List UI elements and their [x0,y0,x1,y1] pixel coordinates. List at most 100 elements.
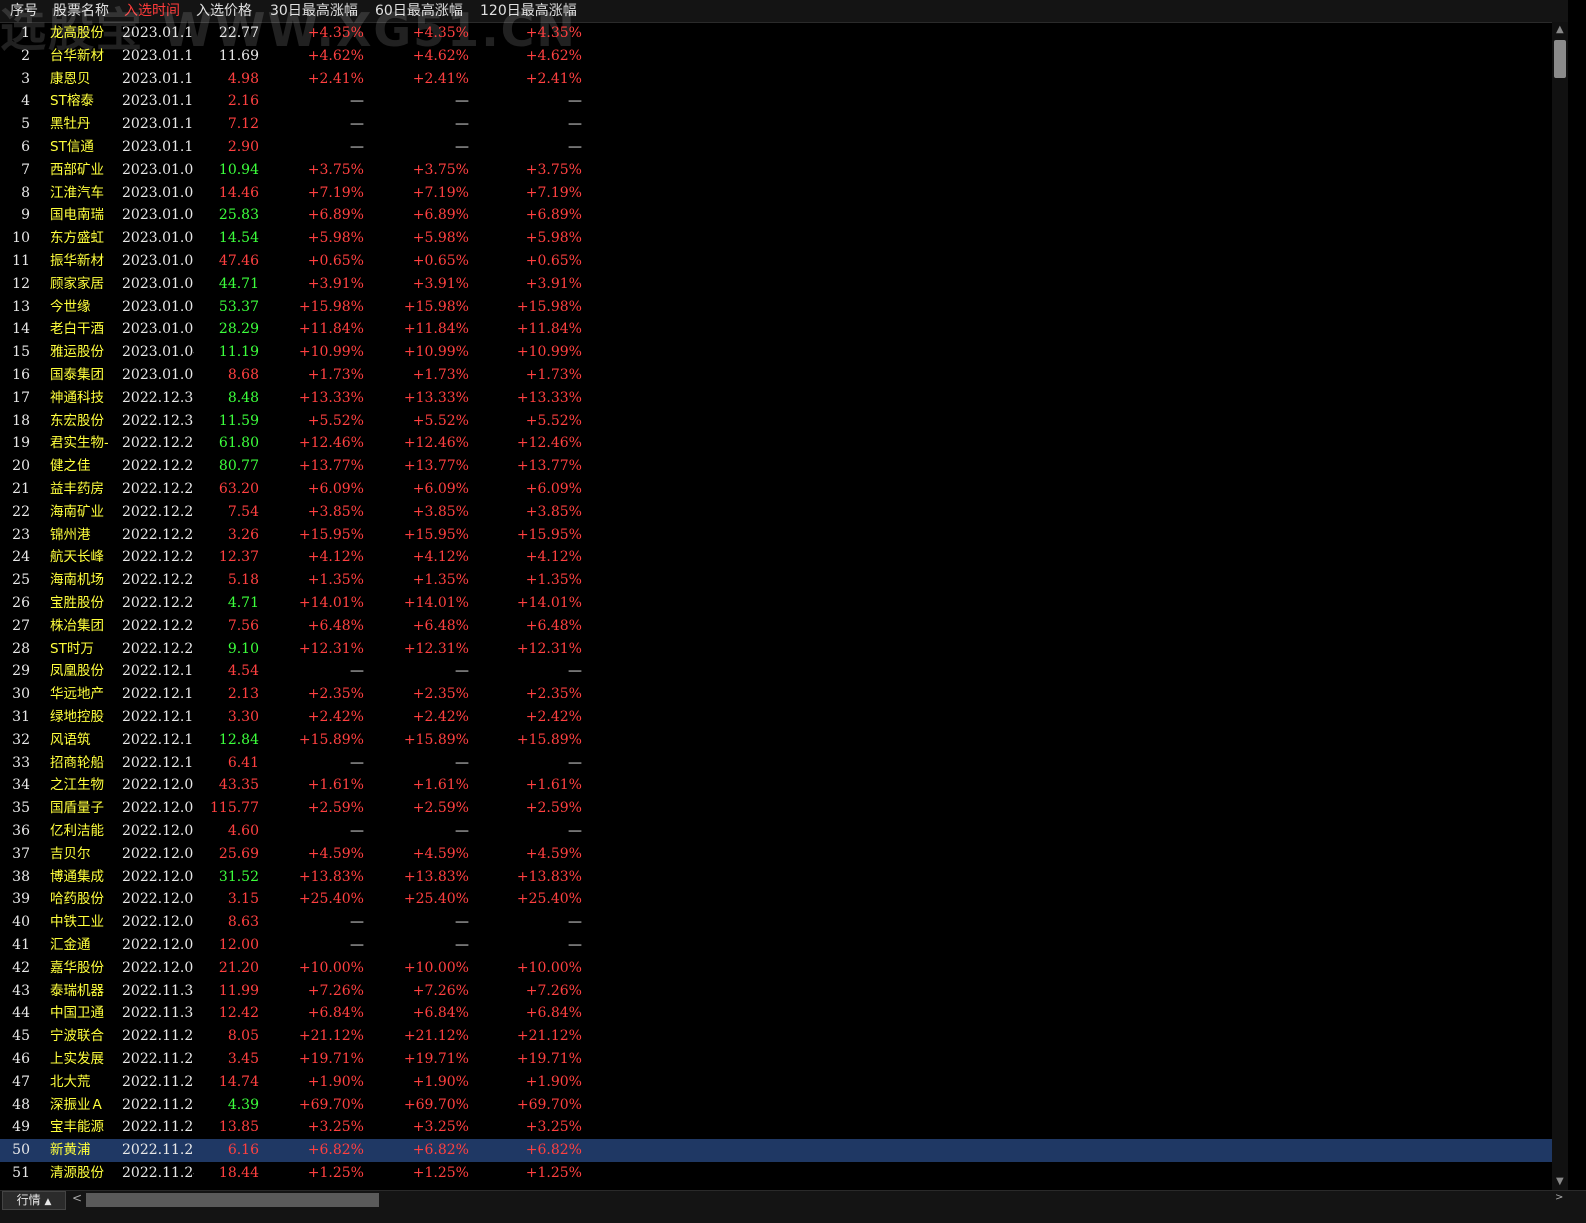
table-row[interactable]: 13 今世缘 2023.01.05 53.37 +15.98% +15.98% +15.98… [0,296,1568,319]
stock-name: 风语筑 [50,731,91,748]
table-row[interactable]: 49 宝丰能源 2022.11.25 13.85 +3.25% +3.25% +3.25% [0,1116,1568,1139]
table-row[interactable]: 10 东方盛虹 2023.01.06 14.54 +5.98% +5.98% +5.98% [0,227,1568,250]
table-row[interactable]: 47 北大荒 2022.11.28 14.74 +1.90% +1.90% +1.90% [0,1071,1568,1094]
table-row[interactable]: 31 绿地控股 2022.12.16 3.30 +2.42% +2.42% +2.42% [0,706,1568,729]
table-row[interactable]: 21 益丰药房 2022.12.29 63.20 +6.09% +6.09% +6.09% [0,478,1568,501]
row-index: 39 [12,891,30,908]
table-row[interactable]: 23 锦州港 2022.12.28 3.26 +15.95% +15.95% +15.95% [0,524,1568,547]
table-row[interactable]: 12 顾家家居 2023.01.06 44.71 +3.91% +3.91% +3.91% [0,273,1568,296]
gain-30d: +12.46% [298,435,364,452]
table-row[interactable]: 33 招商轮船 2022.12.13 6.41 — — — [0,752,1568,775]
scroll-down-icon[interactable]: ▼ [1556,1176,1564,1187]
select-date: 2022.11.25 [122,1096,194,1113]
table-row[interactable]: 14 老白干酒 2023.01.05 28.29 +11.84% +11.84% +11.8… [0,318,1568,341]
table-row[interactable]: 50 新黄浦 2022.11.25 6.16 +6.82% +6.82% +6.82% [0,1139,1568,1163]
table-row[interactable]: 2 台华新材 2023.01.17 11.69 +4.62% +4.62% +4.62% [0,45,1568,68]
gain-30d: +7.26% [307,982,364,999]
table-row[interactable]: 29 凤凰股份 2022.12.19 4.54 — — — [0,660,1568,683]
table-row[interactable]: 41 汇金通 2022.12.02 12.00 — — — [0,934,1568,957]
vertical-scrollbar[interactable] [1552,22,1568,1190]
gain-30d: +10.99% [298,344,364,361]
table-row[interactable]: 44 中国卫通 2022.11.30 12.42 +6.84% +6.84% +6.84% [0,1002,1568,1025]
table-row[interactable]: 27 株冶集团 2022.12.22 7.56 +6.48% +6.48% +6.48% [0,615,1568,638]
stock-name: 雅运股份 [50,344,104,361]
select-date: 2022.12.16 [122,686,194,703]
select-price: 4.98 [227,70,259,87]
table-row[interactable]: 48 深振业Ａ 2022.11.25 4.39 +69.70% +69.70% +69.70… [0,1094,1568,1117]
row-index: 2 [21,47,30,64]
table-row[interactable]: 42 嘉华股份 2022.12.01 21.20 +10.00% +10.00% +10.0… [0,957,1568,980]
gain-30d: +15.95% [298,526,364,543]
scroll-up-icon[interactable]: ▲ [1556,24,1564,35]
gain-60d: +6.89% [412,207,469,224]
table-row[interactable]: 26 宝胜股份 2022.12.22 4.71 +14.01% +14.01% +14.01… [0,592,1568,615]
table-row[interactable]: 11 振华新材 2023.01.06 47.46 +0.65% +0.65% +0.65% [0,250,1568,273]
gain-30d: +5.98% [307,230,364,247]
table-row[interactable]: 51 清源股份 2022.11.24 18.44 +1.25% +1.25% +1.25% [0,1162,1568,1185]
table-row[interactable]: 34 之江生物 2022.12.09 43.35 +1.61% +1.61% +1.61% [0,774,1568,797]
table-row[interactable]: 17 神通科技 2022.12.30 8.48 +13.33% +13.33% +13.33… [0,387,1568,410]
select-price: 80.77 [218,458,259,475]
horizontal-scroll-thumb[interactable] [86,1193,379,1207]
select-price: 3.15 [227,891,259,908]
stock-name: 西部矿业 [50,161,104,178]
tab-market-label: 行情 [16,1193,41,1207]
gain-60d: — [455,116,469,133]
table-row[interactable]: 39 哈药股份 2022.12.05 3.15 +25.40% +25.40% +25.40… [0,888,1568,911]
scroll-left-icon[interactable]: < [72,1191,82,1205]
table-row[interactable]: 7 西部矿业 2023.01.09 10.94 +3.75% +3.75% +3.75% [0,159,1568,182]
table-row[interactable]: 32 风语筑 2022.12.15 12.84 +15.89% +15.89% +15.89… [0,729,1568,752]
table-row[interactable]: 6 ST信通 2023.01.11 2.90 — — — [0,136,1568,159]
table-row[interactable]: 36 亿利洁能 2022.12.09 4.60 — — — [0,820,1568,843]
select-price: 63.20 [218,481,259,497]
select-date: 2023.01.17 [122,47,194,64]
table-row[interactable]: 22 海南矿业 2022.12.28 7.54 +3.85% +3.85% +3.85% [0,501,1568,524]
select-price: 4.54 [227,663,259,680]
table-row[interactable]: 38 博通集成 2022.12.06 31.52 +13.83% +13.83% +13.8… [0,866,1568,889]
table-row[interactable]: 37 吉贝尔 2022.12.07 25.69 +4.59% +4.59% +4.59% [0,843,1568,866]
gain-30d: — [350,116,364,133]
table-row[interactable]: 30 华远地产 2022.12.16 2.13 +2.35% +2.35% +2.35% [0,683,1568,706]
row-index: 44 [12,1005,30,1022]
table-row[interactable]: 1 龙高股份 2023.01.17 22.77 +4.35% +4.35% +4.35% [0,22,1568,45]
row-index: 20 [12,458,30,475]
scroll-right-icon[interactable]: > [1555,1192,1563,1203]
table-row[interactable]: 15 雅运股份 2023.01.04 11.19 +10.99% +10.99% +10.9… [0,341,1568,364]
table-row[interactable]: 43 泰瑞机器 2022.11.30 11.99 +7.26% +7.26% +7.26% [0,980,1568,1003]
table-row[interactable]: 9 国电南瑞 2023.01.09 25.83 +6.89% +6.89% +6.89% [0,204,1568,227]
table-row[interactable]: 5 黑牡丹 2023.01.13 7.12 — — — [0,113,1568,136]
select-date: 2022.11.30 [122,1005,194,1022]
table-row[interactable]: 19 君实生物-U 2022.12.29 61.80 +12.46% +12.46% +12… [0,432,1568,455]
table-row[interactable]: 16 国泰集团 2023.01.03 8.68 +1.73% +1.73% +1.73% [0,364,1568,387]
select-date: 2022.12.02 [122,937,194,953]
table-row[interactable]: 40 中铁工业 2022.12.05 8.63 — — — [0,911,1568,934]
gain-60d: +6.82% [412,1142,469,1159]
table-row[interactable]: 20 健之佳 2022.12.29 80.77 +13.77% +13.77% +13.77… [0,455,1568,478]
tab-market[interactable]: 行情 ▲ [2,1191,66,1210]
stock-name: 之江生物 [50,777,104,794]
table-row[interactable]: 35 国盾量子 2022.12.09 115.77 +2.59% +2.59% +2.59% [0,797,1568,820]
select-date: 2022.12.15 [122,731,194,748]
table-row[interactable]: 4 ST榕泰 2023.01.13 2.16 — — — [0,90,1568,113]
table-row[interactable]: 3 康恩贝 2023.01.16 4.98 +2.41% +2.41% +2.41% [0,68,1568,91]
row-index: 27 [12,617,30,634]
table-row[interactable]: 45 宁波联合 2022.11.29 8.05 +21.12% +21.12% +21.12… [0,1025,1568,1048]
gain-30d: +13.33% [298,389,364,406]
row-index: 28 [12,640,30,657]
table-row[interactable]: 25 海南机场 2022.12.26 5.18 +1.35% +1.35% +1.35% [0,569,1568,592]
table-row[interactable]: 46 上实发展 2022.11.28 3.45 +19.71% +19.71% +19.71… [0,1048,1568,1071]
row-index: 31 [12,709,30,725]
row-index: 26 [12,595,30,611]
table-row[interactable]: 8 江淮汽车 2023.01.09 14.46 +7.19% +7.19% +7.19% [0,182,1568,205]
select-price: 12.84 [218,731,259,748]
select-date: 2022.12.28 [122,503,194,520]
gain-120d: +7.26% [525,982,582,999]
stock-name: 上实发展 [50,1051,104,1067]
gain-30d: +69.70% [298,1096,364,1113]
vertical-scroll-thumb[interactable] [1554,40,1566,78]
row-index: 42 [12,959,30,976]
table-row[interactable]: 24 航天长峰 2022.12.26 12.37 +4.12% +4.12% +4.12% [0,546,1568,569]
table-row[interactable]: 28 ST时万 2022.12.22 9.10 +12.31% +12.31% +12.31… [0,638,1568,661]
gain-120d: — [568,754,582,771]
table-row[interactable]: 18 东宏股份 2022.12.30 11.59 +5.52% +5.52% +5.52% [0,410,1568,433]
